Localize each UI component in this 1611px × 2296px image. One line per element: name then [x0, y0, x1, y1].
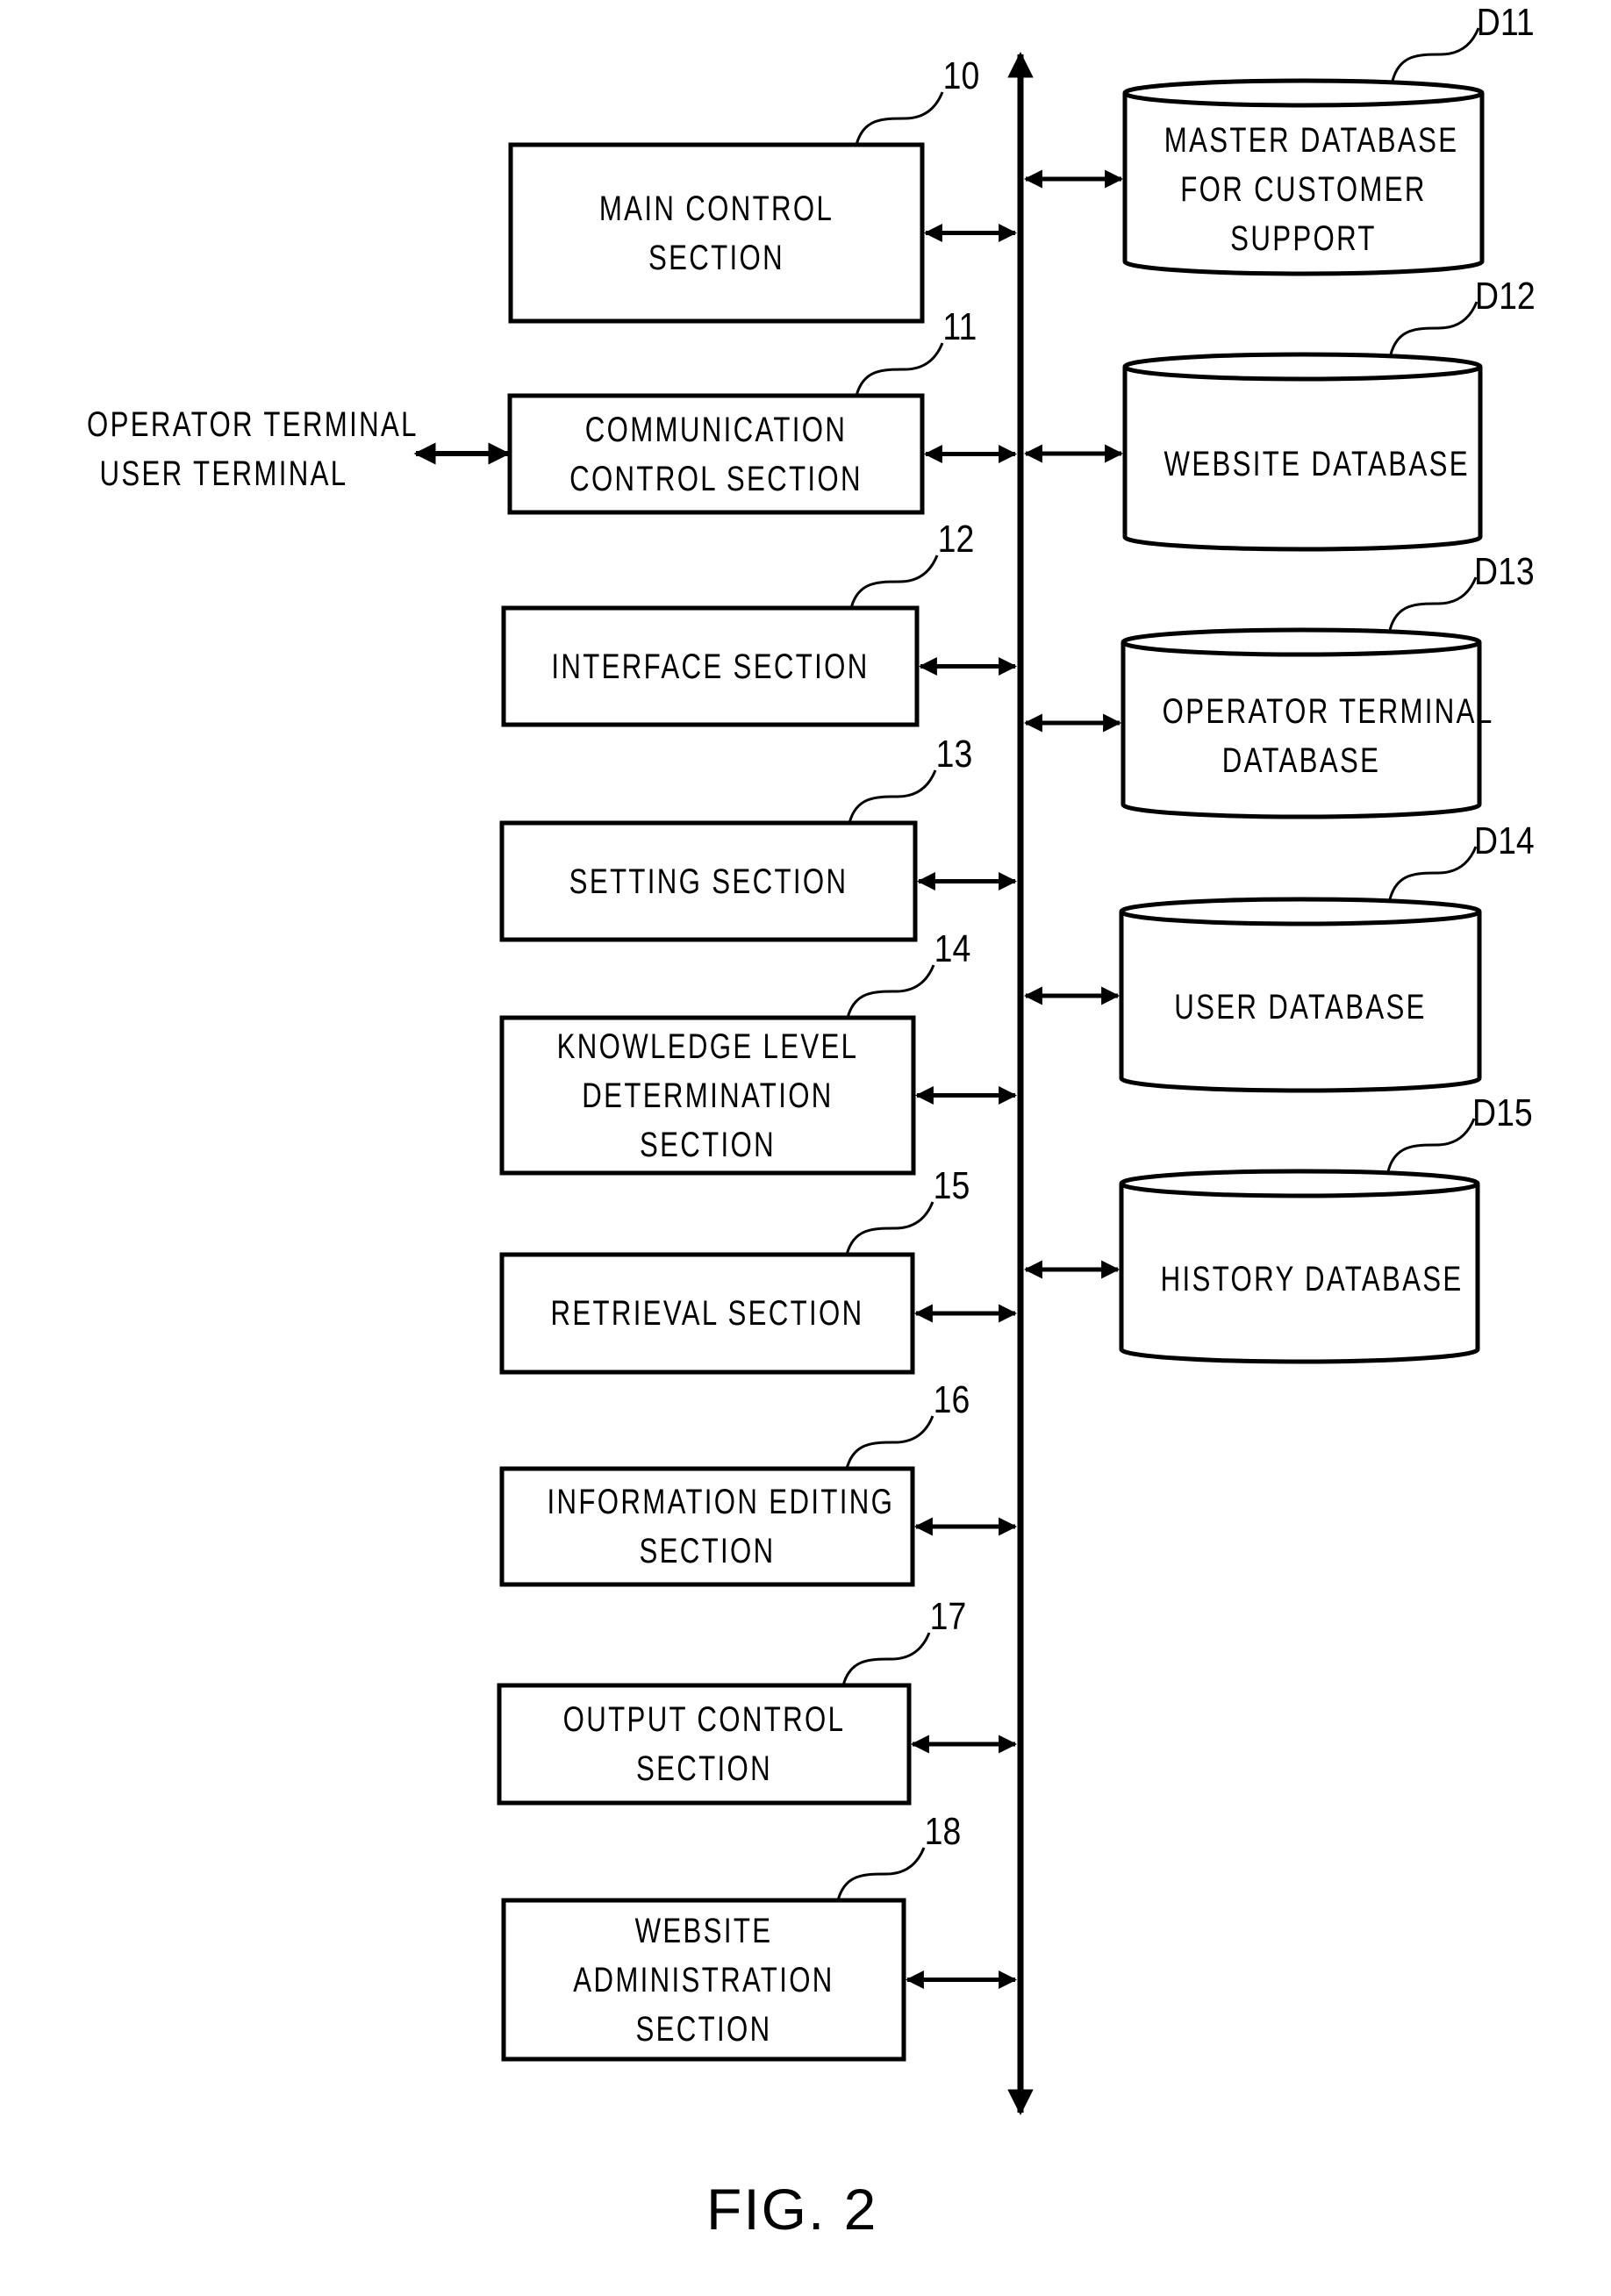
reference-leader-line — [846, 964, 935, 1019]
section-block-15 — [499, 1201, 1018, 1375]
section-label-14-line-2: DETERMINATION — [582, 1076, 834, 1115]
reference-number-10: 10 — [942, 54, 980, 97]
database-label-D12: WEBSITE DATABASE — [1164, 440, 1470, 489]
section-label-13-line-1: SETTING SECTION — [569, 862, 848, 901]
reference-number-D13: D13 — [1474, 550, 1535, 593]
section-block-13 — [499, 769, 1018, 942]
section-label-18-line-3: SECTION — [635, 2009, 772, 2049]
database-cylinder-D14 — [1023, 846, 1482, 1093]
database-label-D11-line-2: FOR CUSTOMER — [1180, 170, 1427, 209]
reference-leader-line — [1391, 27, 1480, 82]
section-label-17-line-1: OUTPUT CONTROL — [562, 1700, 846, 1739]
reference-leader-line — [1386, 1118, 1476, 1172]
cylinder-top — [1119, 1169, 1480, 1198]
database-label-D11-line-1: MASTER DATABASE — [1164, 121, 1459, 160]
reference-number-D11: D11 — [1476, 1, 1535, 44]
section-label-10-line-1: MAIN CONTROL — [598, 189, 834, 228]
database-label-D13: OPERATOR TERMINAL DATABASE — [1162, 687, 1494, 785]
section-label-18: WEBSITE ADMINISTRATION SECTION — [548, 1906, 860, 2054]
reference-number-12: 12 — [937, 518, 975, 561]
database-label-D14: USER DATABASE — [1161, 983, 1440, 1032]
reference-leader-line — [836, 1847, 926, 1901]
external-terminals-label: OPERATOR TERMINAL USER TERMINAL — [87, 400, 419, 498]
database-label-D11-line-3: SUPPORT — [1230, 219, 1377, 258]
section-label-18-line-2: ADMINISTRATION — [573, 1960, 834, 1999]
database-label-D12-line-1: WEBSITE DATABASE — [1164, 445, 1470, 483]
reference-leader-line — [841, 1632, 931, 1686]
section-label-15-line-1: RETRIEVAL SECTION — [550, 1294, 864, 1333]
cylinder-top — [1122, 78, 1485, 108]
section-label-14-line-3: SECTION — [639, 1125, 777, 1164]
section-label-17: OUTPUT CONTROL SECTION — [544, 1695, 863, 1793]
reference-number-D15: D15 — [1472, 1091, 1533, 1134]
reference-leader-line — [1388, 576, 1478, 631]
section-label-16-line-2: SECTION — [639, 1532, 776, 1570]
section-label-15: RETRIEVAL SECTION — [547, 1289, 867, 1338]
reference-number-14: 14 — [934, 927, 971, 970]
section-label-10: MAIN CONTROL SECTION — [556, 184, 877, 283]
section-label-12-line-1: INTERFACE SECTION — [551, 647, 870, 686]
database-label-D14-line-1: USER DATABASE — [1174, 988, 1427, 1026]
cylinder-top — [1119, 897, 1482, 926]
reference-leader-line — [845, 1201, 934, 1255]
reference-number-16: 16 — [933, 1378, 970, 1421]
reference-leader-line — [855, 342, 944, 397]
database-label-D15-line-1: HISTORY DATABASE — [1160, 1259, 1464, 1298]
database-cylinder-D12 — [1023, 301, 1483, 552]
reference-number-18: 18 — [924, 1810, 962, 1853]
section-label-18-line-1: WEBSITE — [634, 1911, 773, 1950]
database-label-D11: MASTER DATABASE FOR CUSTOMER SUPPORT — [1164, 116, 1459, 263]
reference-leader-line — [1389, 301, 1479, 355]
section-label-16-line-1: INFORMATION EDITING — [547, 1483, 895, 1521]
cylinder-top — [1122, 352, 1483, 382]
reference-leader-line — [849, 554, 939, 609]
reference-number-D14: D14 — [1474, 819, 1535, 862]
database-label-D15: HISTORY DATABASE — [1160, 1255, 1464, 1304]
section-label-13: SETTING SECTION — [548, 857, 870, 906]
section-label-14: KNOWLEDGE LEVEL DETERMINATION SECTION — [548, 1022, 869, 1169]
database-label-D13-line-2: DATABASE — [1221, 740, 1381, 780]
reference-number-17: 17 — [929, 1595, 967, 1638]
figure-caption: FIG. 2 — [706, 2177, 878, 2242]
reference-number-15: 15 — [933, 1164, 970, 1207]
reference-leader-line — [845, 1415, 934, 1470]
database-label-D13-line-1: OPERATOR TERMINAL — [1162, 691, 1494, 731]
reference-number-11: 11 — [942, 305, 977, 348]
section-label-11-line-1: COMMUNICATION — [584, 410, 848, 449]
section-label-11: COMMUNICATION CONTROL SECTION — [555, 405, 877, 504]
reference-leader-line — [1388, 846, 1478, 900]
reference-leader-line — [855, 91, 944, 146]
section-label-16: INFORMATION EDITING SECTION — [547, 1477, 895, 1576]
section-label-14-line-1: KNOWLEDGE LEVEL — [556, 1026, 859, 1066]
external-label-line-2: USER TERMINAL — [99, 454, 348, 493]
section-label-10-line-2: SECTION — [648, 238, 785, 277]
reference-number-13: 13 — [935, 733, 973, 776]
external-label-line-1: OPERATOR TERMINAL — [87, 405, 419, 444]
section-label-17-line-2: SECTION — [635, 1749, 773, 1788]
section-label-11-line-2: CONTROL SECTION — [569, 459, 863, 498]
section-block-12 — [501, 554, 1018, 727]
reference-leader-line — [848, 769, 937, 824]
cylinder-top — [1121, 627, 1482, 657]
database-cylinder-D15 — [1023, 1118, 1480, 1364]
section-label-12: INTERFACE SECTION — [549, 642, 871, 691]
reference-number-D12: D12 — [1475, 275, 1536, 318]
